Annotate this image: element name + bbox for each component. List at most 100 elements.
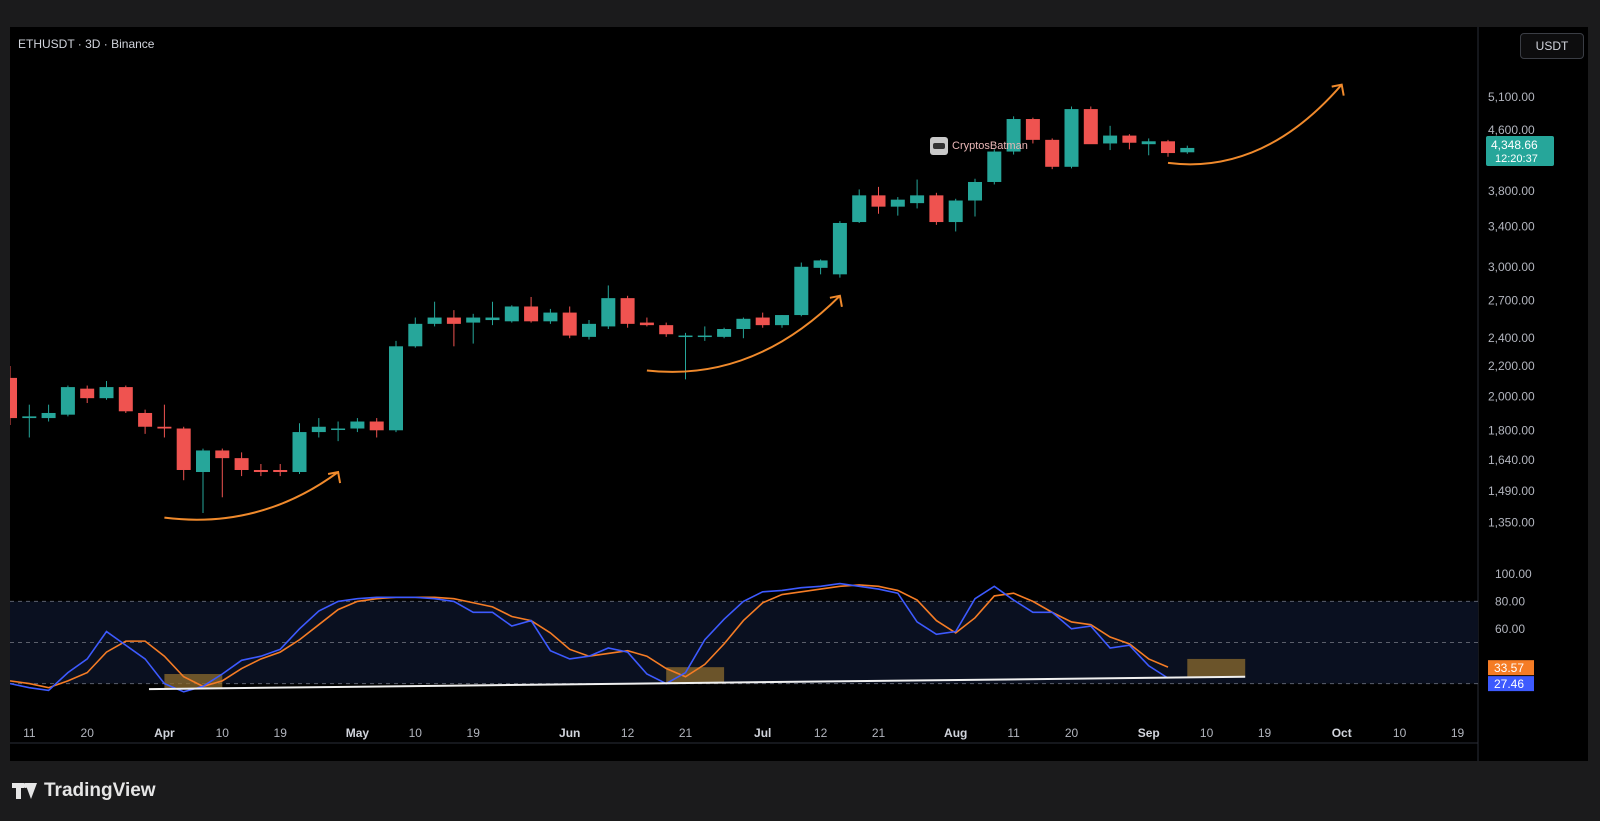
time-tick-label: May (346, 726, 370, 740)
time-tick-label: 12 (814, 726, 828, 740)
chart-canvas[interactable]: 5,100.00 4,600.00 3,800.00 3,400.00 3,000.00… (10, 27, 1588, 761)
candle-body (466, 317, 481, 323)
price-tag-value: 4,348.66 (1491, 138, 1538, 152)
candle-body (1083, 109, 1098, 145)
candle-body (253, 469, 268, 473)
candle-body (871, 195, 886, 207)
candle-body (311, 426, 326, 433)
candle-body (22, 416, 37, 419)
candle-body (1141, 141, 1156, 145)
candle-body (118, 387, 133, 412)
candle-body (485, 317, 500, 321)
candle-body (659, 325, 674, 335)
stoch-k-tag-value: 27.46 (1494, 677, 1524, 691)
batman-avatar-icon (930, 137, 948, 155)
price-tag-countdown: 12:20:37 (1495, 153, 1538, 165)
stoch-tick-label: 80.00 (1495, 594, 1525, 608)
time-tick-label: 10 (1200, 726, 1214, 740)
candle-body (157, 426, 172, 429)
price-tick-label: 3,000.00 (1488, 260, 1535, 274)
price-tick-label: 2,400.00 (1488, 331, 1535, 345)
candle-body (1103, 135, 1118, 144)
candle-body (717, 329, 732, 337)
candle-body (1122, 135, 1137, 143)
time-tick-label: 11 (23, 726, 36, 740)
time-tick-label: 12 (621, 726, 635, 740)
time-tick-label: 21 (679, 726, 693, 740)
price-tick-label: 2,200.00 (1488, 359, 1535, 373)
candle-body (968, 181, 982, 201)
candle-body (504, 306, 519, 322)
candle-body (987, 151, 1002, 182)
candle-body (794, 266, 809, 316)
time-tick-label: 10 (1393, 726, 1407, 740)
candle-body (273, 469, 288, 473)
time-tick-label: Sep (1138, 726, 1160, 740)
price-tick-label: 1,640.00 (1488, 453, 1535, 467)
candle-body (813, 260, 828, 268)
candle-body (1180, 147, 1195, 153)
price-tick-label: 3,800.00 (1488, 184, 1535, 198)
time-tick-label: 10 (409, 726, 423, 740)
price-tick-label: 1,350.00 (1488, 515, 1535, 529)
time-tick-label: 11 (1007, 726, 1020, 740)
candle-body (446, 317, 461, 324)
candle-body (852, 195, 867, 223)
watermark-text: CryptosBatman (952, 140, 1028, 152)
stoch-tick-label: 60.00 (1495, 622, 1525, 636)
price-tick-label: 5,100.00 (1488, 90, 1535, 104)
candle-body (1064, 109, 1079, 167)
tradingview-icon (12, 783, 38, 799)
time-tick-label: Apr (154, 726, 175, 740)
brand-name: TradingView (44, 780, 156, 801)
candle-body (427, 317, 442, 324)
time-tick-label: 19 (467, 726, 481, 740)
candle-body (543, 312, 558, 322)
candle-body (196, 450, 210, 473)
candle-body (582, 323, 596, 337)
candle-body (1025, 119, 1040, 140)
time-tick-label: 20 (81, 726, 95, 740)
candle-body (138, 412, 153, 427)
candle-body (1161, 141, 1175, 154)
trend-arrow-head (829, 294, 843, 307)
candle-body (601, 298, 616, 327)
time-tick-label: 10 (216, 726, 230, 740)
symbol-title: ETHUSDT · 3D · Binance (18, 37, 155, 51)
candle-body (80, 388, 95, 399)
price-tick-label: 4,600.00 (1488, 123, 1535, 137)
time-tick-label: 19 (1451, 726, 1465, 740)
candle-body (408, 323, 423, 347)
candle-body (1045, 139, 1060, 167)
candle-body (60, 387, 75, 415)
time-tick-label: 19 (1258, 726, 1272, 740)
time-tick-label: Jul (754, 726, 771, 740)
chart-pane[interactable]: 5,100.00 4,600.00 3,800.00 3,400.00 3,000.00… (10, 27, 1588, 761)
time-tick-label: 21 (872, 726, 886, 740)
time-tick-label: 20 (1065, 726, 1079, 740)
candle-body (331, 428, 346, 431)
currency-button[interactable]: USDT (1520, 33, 1584, 59)
stoch-highlight-box (666, 667, 725, 684)
candle-body (620, 298, 635, 324)
candle-body (234, 458, 249, 470)
candle-body (524, 306, 539, 322)
candle-body (176, 428, 191, 470)
candle-body (736, 318, 751, 330)
candle-body (775, 315, 789, 326)
time-tick-label: 19 (274, 726, 288, 740)
candle-body (99, 387, 114, 399)
candle-body (10, 377, 17, 419)
candle-body (832, 222, 847, 275)
author-watermark: CryptosBatman (930, 137, 1028, 155)
candle-body (639, 322, 654, 326)
stoch-d-tag-value: 33.57 (1494, 661, 1524, 675)
stoch-highlight-box (1187, 658, 1246, 677)
price-tick-label: 2,000.00 (1488, 390, 1535, 404)
price-tick-label: 1,800.00 (1488, 423, 1535, 437)
tradingview-logo[interactable]: TradingView (12, 780, 156, 802)
candle-body (755, 317, 770, 326)
candle-body (41, 412, 56, 419)
candle-body (910, 195, 925, 204)
candle-body (215, 450, 230, 459)
